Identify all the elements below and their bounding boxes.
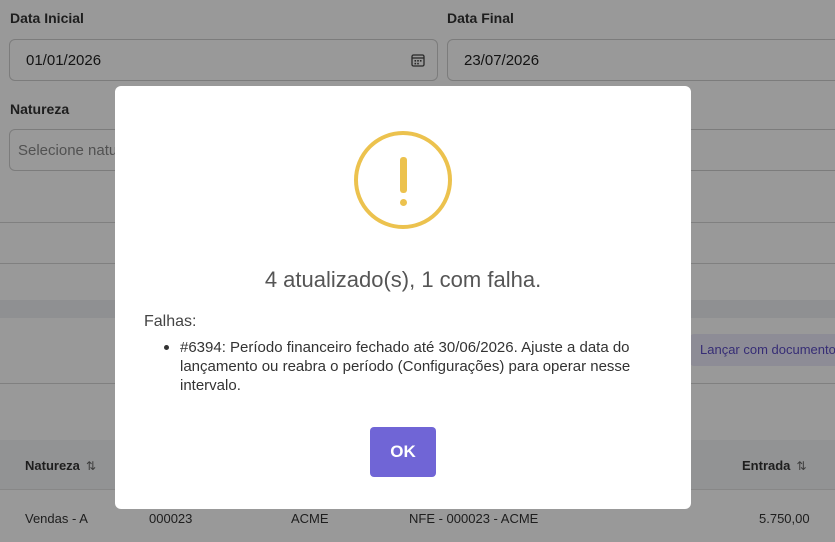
warning-icon-bar (400, 157, 407, 193)
ok-button[interactable]: OK (370, 427, 436, 477)
failure-item: #6394: Período financeiro fechado até 30… (162, 338, 642, 395)
result-dialog: 4 atualizado(s), 1 com falha. Falhas: #6… (115, 86, 691, 509)
warning-icon-dot (400, 199, 407, 206)
bullet-icon (164, 345, 169, 350)
failures-list: #6394: Período financeiro fechado até 30… (162, 338, 642, 395)
failure-text: #6394: Período financeiro fechado até 30… (180, 339, 631, 394)
failures-heading: Falhas: (144, 313, 197, 330)
dialog-title: 4 atualizado(s), 1 com falha. (264, 267, 542, 292)
warning-icon (354, 131, 452, 229)
